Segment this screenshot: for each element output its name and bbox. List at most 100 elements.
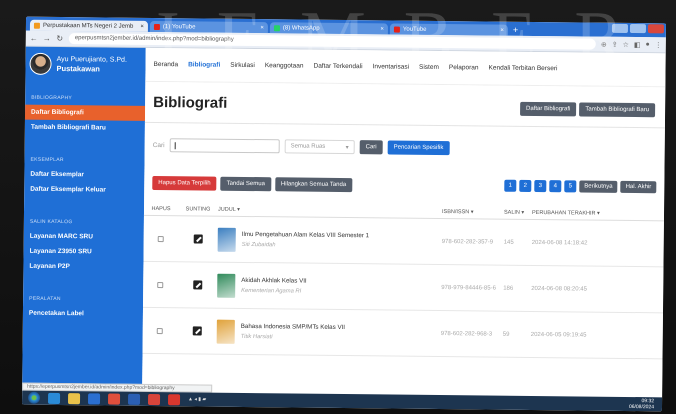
column-header-sortable[interactable]: JUDUL ▾ <box>218 207 442 215</box>
advanced-search-button[interactable]: Pencarian Spesifik <box>387 140 450 156</box>
updated-cell: 2024-06-05 09:19:45 <box>530 331 587 339</box>
page-button[interactable]: 2 <box>519 179 532 192</box>
window-controls <box>611 23 665 34</box>
edit-icon[interactable] <box>192 326 202 336</box>
search-field-select[interactable]: Semua Ruas ▾ <box>284 139 355 155</box>
book-title-link[interactable]: Bahasa Indonesia SMP/MTs Kelas VII <box>241 323 345 331</box>
edit-icon[interactable] <box>193 234 203 244</box>
forward-arrow-icon[interactable]: → <box>43 34 51 43</box>
reload-icon[interactable]: ↻ <box>56 34 64 43</box>
sidebar-item-tambah-bibliografi[interactable]: Tambah Bibliografi Baru <box>25 120 145 136</box>
column-header-sortable[interactable]: PERUBAHAN TERAKHIR ▾ <box>532 210 664 217</box>
zoom-icon[interactable]: ⊕ <box>601 40 607 48</box>
sidebar-item-daftar-eksemplar[interactable]: Daftar Eksemplar <box>24 167 144 183</box>
new-tab-button[interactable]: + <box>513 25 518 36</box>
copies-cell: 145 <box>503 239 514 246</box>
close-tab-icon[interactable]: × <box>380 26 384 32</box>
next-page-button[interactable]: Berikutnya <box>579 180 618 193</box>
daftar-bibliografi-button[interactable]: Daftar Bibliografi <box>519 101 577 117</box>
book-author: Kementerian Agama RI <box>241 287 302 295</box>
nav-sistem[interactable]: Sistem <box>419 64 439 71</box>
sidebar-item-z3950-sru[interactable]: Layanan Z3950 SRU <box>24 244 144 260</box>
nav-pelaporan[interactable]: Pelaporan <box>449 64 479 71</box>
clock[interactable]: 09:32 06/08/2024 <box>629 398 654 410</box>
divider <box>144 121 665 129</box>
close-tab-icon[interactable]: × <box>140 23 144 29</box>
nav-bibliografi[interactable]: Bibliografi <box>188 61 220 68</box>
tab-favicon-icon <box>273 24 280 31</box>
select-all-button[interactable]: Tandai Semua <box>220 176 272 192</box>
row-checkbox[interactable] <box>156 327 163 334</box>
wps-icon[interactable] <box>147 393 161 405</box>
table-row: Ilmu Pengetahuan Alam Kelas VIII Semeste… <box>143 215 664 268</box>
sidebar-item-marc-sru[interactable]: Layanan MARC SRU <box>24 229 144 245</box>
sidebar-item-p2p[interactable]: Layanan P2P <box>23 259 143 275</box>
ie-icon[interactable] <box>48 392 61 404</box>
word-icon[interactable] <box>127 393 141 405</box>
close-tab-icon[interactable]: × <box>260 25 264 31</box>
search-input[interactable] <box>169 138 280 154</box>
sidepanel-icon[interactable]: ◧ <box>634 41 641 49</box>
tab-label: YouTube <box>402 26 427 33</box>
opera-icon[interactable] <box>167 393 181 405</box>
sidebar-item-pencetakan-label[interactable]: Pencetakan Label <box>23 306 143 322</box>
close-tab-icon[interactable]: × <box>500 27 504 33</box>
sidebar-item-daftar-bibliografi[interactable]: Daftar Bibliografi <box>24 104 146 121</box>
menu-kebab-icon[interactable]: ⋮ <box>655 41 662 49</box>
row-checkbox[interactable] <box>157 235 164 242</box>
chrome-icon[interactable] <box>107 393 121 405</box>
bookmark-star-icon[interactable]: ☆ <box>623 40 629 48</box>
avatar <box>29 52 52 75</box>
copies-cell: 59 <box>502 331 510 338</box>
book-cover-image <box>217 227 236 252</box>
book-title-link[interactable]: Ilmu Pengetahuan Alam Kelas VIII Semeste… <box>242 231 369 239</box>
start-orb-icon[interactable] <box>27 391 41 404</box>
close-window-button[interactable] <box>647 24 665 34</box>
nav-kendali-terbitan[interactable]: Kendali Terbitan Berseri <box>489 65 558 73</box>
search-button[interactable]: Cari <box>359 140 383 155</box>
row-checkbox[interactable] <box>157 281 164 288</box>
top-navigation: Beranda Bibliografi Sirkulasi Keanggotaa… <box>145 47 666 88</box>
back-arrow-icon[interactable]: ← <box>30 34 38 43</box>
tab-label: (1) YouTube <box>162 23 196 30</box>
page-button[interactable]: 5 <box>564 180 577 193</box>
select-value: Semua Ruas <box>290 143 326 150</box>
tab-favicon-icon <box>153 23 160 30</box>
folder-icon[interactable] <box>67 392 81 404</box>
user-name: Ayu Puerujianto, S.Pd. <box>56 55 127 64</box>
last-page-button[interactable]: Hal. Akhir <box>620 180 657 194</box>
nav-sirkulasi[interactable]: Sirkulasi <box>230 62 255 69</box>
book-author: Siti Zubaidah <box>241 241 276 249</box>
media-icon[interactable] <box>87 392 101 404</box>
column-header: SUNTING <box>185 206 211 213</box>
page-button[interactable]: 3 <box>534 179 547 193</box>
tambah-bibliografi-button[interactable]: Tambah Bibliografi Baru <box>579 102 656 118</box>
maximize-button[interactable] <box>629 23 647 34</box>
pagination: 1 2 3 4 5 Berikutnya Hal. Akhir <box>504 179 657 194</box>
book-cover-image <box>216 319 235 344</box>
minimize-button[interactable] <box>611 23 629 33</box>
nav-beranda[interactable]: Beranda <box>154 61 179 68</box>
book-title-link[interactable]: Akidah Akhlak Kelas VII <box>241 277 306 285</box>
search-label: Cari <box>152 141 165 149</box>
page-button[interactable]: 1 <box>504 179 517 192</box>
book-author: Titik Harsiati <box>240 333 273 341</box>
page-button[interactable]: 4 <box>549 180 562 193</box>
profile-icon[interactable]: ● <box>646 41 650 49</box>
clear-selection-button[interactable]: Hilangkan Semua Tanda <box>274 177 353 193</box>
delete-selected-button[interactable]: Hapus Data Terpilih <box>152 175 217 191</box>
nav-inventarisasi[interactable]: Inventarisasi <box>373 63 410 70</box>
copies-cell: 186 <box>503 285 514 292</box>
sidebar-item-eksemplar-keluar[interactable]: Daftar Eksemplar Keluar <box>24 182 144 198</box>
column-header-sortable[interactable]: SALIN ▾ <box>504 210 532 216</box>
column-header-sortable[interactable]: ISBN/ISSN ▾ <box>442 209 504 216</box>
share-icon[interactable]: ⇪ <box>612 40 618 48</box>
isbn-cell: 978-602-282-357-9 <box>441 238 494 246</box>
system-tray-icons[interactable]: ▲ ◂ ▮ ▰ <box>188 396 206 402</box>
updated-cell: 2024-06-08 14:18:42 <box>531 239 588 247</box>
edit-icon[interactable] <box>192 280 202 290</box>
tab-favicon-icon <box>33 22 40 29</box>
nav-keanggotaan[interactable]: Keanggotaan <box>265 62 304 69</box>
nav-daftar-terkendali[interactable]: Daftar Terkendali <box>313 63 362 71</box>
clock-date: 06/08/2024 <box>628 403 655 411</box>
